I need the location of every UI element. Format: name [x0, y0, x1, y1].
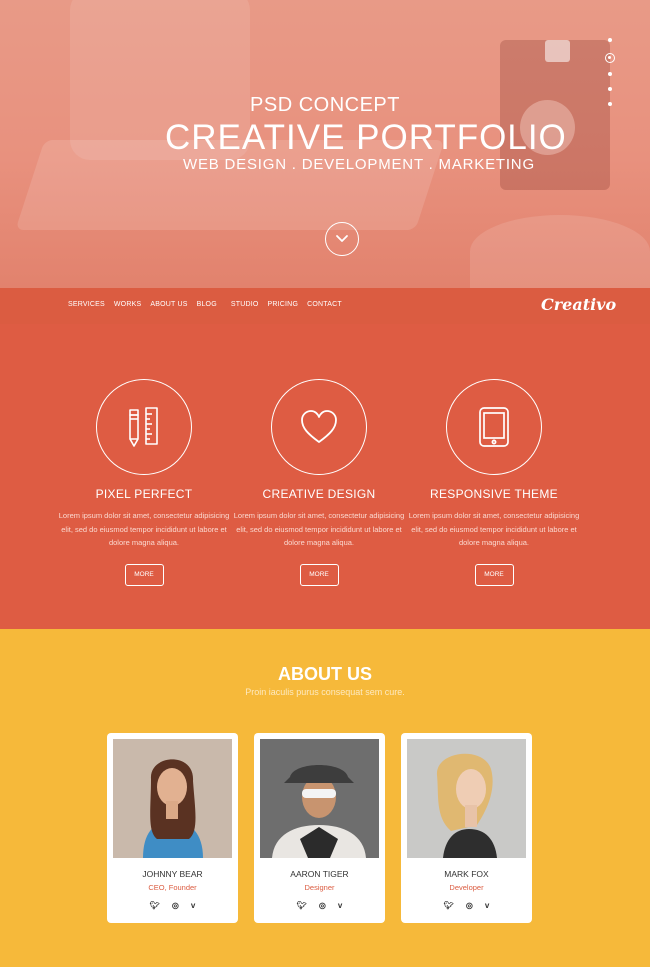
hero-section: PSD CONCEPT CREATIVE PORTFOLIO WEB DESIG…	[0, 0, 650, 288]
feature-more-button[interactable]: MORE	[474, 563, 514, 586]
social-links: 🐦︎ ◎ v	[107, 901, 238, 910]
hero-subtitle: PSD CONCEPT	[250, 94, 400, 116]
nav-item-studio[interactable]: STUDIO	[231, 301, 259, 308]
scroll-down-button[interactable]	[325, 222, 359, 256]
twitter-icon[interactable]: 🐦︎	[444, 901, 454, 910]
team-member-name: AARON TIGER	[290, 869, 349, 879]
team-card: AARON TIGER Designer 🐦︎ ◎ v	[254, 733, 385, 923]
slider-dot[interactable]	[608, 72, 612, 76]
tablet-icon	[479, 407, 509, 447]
team-member-role: Developer	[449, 883, 484, 892]
team-member-photo	[113, 739, 232, 858]
team-member-name: JOHNNY BEAR	[142, 869, 203, 879]
dribbble-icon[interactable]: ◎	[172, 901, 179, 910]
feature-more-button[interactable]: MORE	[124, 563, 164, 586]
about-title: ABOUT US	[278, 664, 372, 684]
team-member-photo	[407, 739, 526, 858]
chevron-down-icon	[336, 235, 348, 242]
about-section: ABOUT US Proin iaculis purus consequat s…	[0, 629, 650, 967]
feature-title: RESPONSIVE THEME	[430, 487, 558, 501]
feature-responsive-theme: RESPONSIVE THEME Lorem ipsum dolor sit a…	[404, 379, 584, 586]
slider-dot-active[interactable]	[605, 53, 615, 63]
slider-dot[interactable]	[608, 102, 612, 106]
heart-icon	[301, 410, 337, 443]
feature-pixel-perfect: PIXEL PERFECT Lorem ipsum dolor sit amet…	[54, 379, 234, 586]
nav-item-pricing[interactable]: PRICING	[268, 301, 299, 308]
feature-text: Lorem ipsum dolor sit amet, consectetur …	[408, 511, 580, 547]
hero-title: CREATIVE PORTFOLIO	[165, 118, 567, 157]
nav-menu: SERVICES WORKS ABOUT US BLOG STUDIO PRIC…	[68, 301, 351, 308]
nav-item-works[interactable]: WORKS	[114, 301, 141, 308]
about-subtitle: Proin iaculis purus consequat sem cure.	[245, 687, 405, 697]
slider-pagination	[603, 38, 617, 117]
dribbble-icon[interactable]: ◎	[319, 901, 326, 910]
twitter-icon[interactable]: 🐦︎	[150, 901, 160, 910]
nav-item-about-us[interactable]: ABOUT US	[150, 301, 187, 308]
brand-logo[interactable]: Creativo	[541, 295, 616, 314]
feature-icon-circle	[271, 379, 367, 475]
nav-item-services[interactable]: SERVICES	[68, 301, 105, 308]
feature-title: CREATIVE DESIGN	[262, 487, 376, 501]
feature-title: PIXEL PERFECT	[95, 487, 193, 501]
team-member-role: CEO, Founder	[148, 883, 197, 892]
slider-dot[interactable]	[608, 38, 612, 42]
vimeo-icon[interactable]: v	[485, 901, 489, 910]
dribbble-icon[interactable]: ◎	[466, 901, 473, 910]
nav-item-blog[interactable]: BLOG	[197, 301, 217, 308]
feature-text: Lorem ipsum dolor sit amet, consectetur …	[233, 511, 405, 547]
features-section: PIXEL PERFECT Lorem ipsum dolor sit amet…	[0, 324, 650, 629]
nav-item-contact[interactable]: CONTACT	[307, 301, 342, 308]
feature-creative-design: CREATIVE DESIGN Lorem ipsum dolor sit am…	[229, 379, 409, 586]
hero-background-shape	[470, 215, 650, 288]
vimeo-icon[interactable]: v	[191, 901, 195, 910]
pencil-ruler-icon	[129, 407, 158, 447]
team-member-role: Designer	[304, 883, 335, 892]
main-navigation: SERVICES WORKS ABOUT US BLOG STUDIO PRIC…	[0, 288, 650, 324]
hero-background-shape	[545, 40, 570, 62]
vimeo-icon[interactable]: v	[338, 901, 342, 910]
twitter-icon[interactable]: 🐦︎	[297, 901, 307, 910]
hero-tagline: WEB DESIGN . DEVELOPMENT . MARKETING	[183, 156, 535, 173]
team-card: JOHNNY BEAR CEO, Founder 🐦︎ ◎ v	[107, 733, 238, 923]
feature-icon-circle	[96, 379, 192, 475]
feature-more-button[interactable]: MORE	[299, 563, 339, 586]
feature-text: Lorem ipsum dolor sit amet, consectetur …	[58, 511, 230, 547]
team-member-name: MARK FOX	[444, 869, 489, 879]
team-member-photo	[260, 739, 379, 858]
social-links: 🐦︎ ◎ v	[401, 901, 532, 910]
team-card: MARK FOX Developer 🐦︎ ◎ v	[401, 733, 532, 923]
social-links: 🐦︎ ◎ v	[254, 901, 385, 910]
feature-icon-circle	[446, 379, 542, 475]
slider-dot[interactable]	[608, 87, 612, 91]
